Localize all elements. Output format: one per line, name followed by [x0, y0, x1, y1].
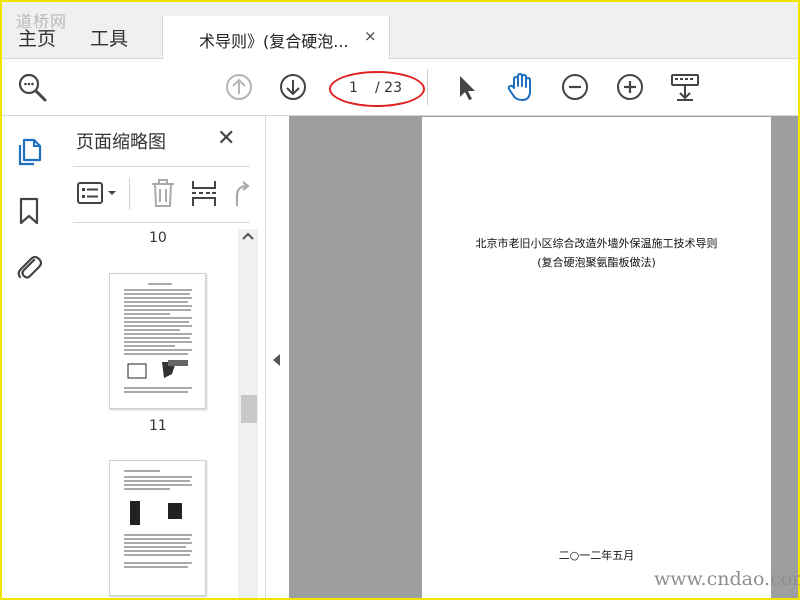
thumbnail-options-icon[interactable]: [76, 180, 120, 206]
annotation-oval: [329, 71, 425, 107]
page-thumbnails-icon[interactable]: [14, 136, 44, 168]
toolbar-divider: [427, 69, 428, 105]
panel-close-button[interactable]: ✕: [217, 126, 235, 151]
thumbnail-label-11: 11: [149, 418, 167, 434]
thumbnail-page-11[interactable]: [109, 273, 206, 409]
tab-document[interactable]: 术导则》(复合硬泡... ×: [162, 16, 390, 60]
scroll-up-icon[interactable]: [241, 231, 255, 241]
thumbnail-label-10: 10: [149, 230, 167, 246]
scrollbar-thumb[interactable]: [241, 395, 257, 423]
watermark-bottom: www.cndao.com: [654, 568, 800, 590]
page-number-field[interactable]: 1 / 23: [329, 71, 425, 107]
zoom-out-icon[interactable]: [559, 71, 591, 103]
tab-close-button[interactable]: ×: [364, 27, 377, 45]
attachment-icon[interactable]: [14, 252, 44, 282]
document-date: 二○一二年五月: [558, 549, 635, 562]
panel-title: 页面缩略图: [76, 132, 166, 153]
toolbar: 1 / 23: [2, 59, 798, 116]
panel-toolbar-divider: [129, 178, 130, 210]
document-viewport[interactable]: 北京市老旧小区综合改造外墙外保温施工技术导则 (复合硬泡聚氨酯板做法) 二○一二…: [289, 116, 798, 598]
document-title: 北京市老旧小区综合改造外墙外保温施工技术导则: [475, 237, 718, 250]
page-thumbnails-panel: 页面缩略图 ✕ 10 11: [57, 116, 266, 598]
left-navigation-rail: [2, 116, 58, 598]
select-cursor-icon[interactable]: [451, 71, 483, 103]
extract-pages-icon[interactable]: [190, 178, 218, 208]
page-up-icon[interactable]: [223, 71, 255, 103]
zoom-in-icon[interactable]: [614, 71, 646, 103]
tab-home[interactable]: 主页: [18, 24, 56, 51]
document-subtitle: (复合硬泡聚氨酯板做法): [537, 256, 656, 269]
rotate-icon[interactable]: [231, 180, 253, 208]
tab-document-title: 术导则》(复合硬泡...: [199, 32, 349, 51]
keyboard-scroll-icon[interactable]: [669, 71, 701, 103]
trash-icon[interactable]: [149, 178, 177, 208]
panel-divider-2: [73, 222, 250, 223]
page-down-icon[interactable]: [277, 71, 309, 103]
tab-bar: 道桥网 主页 工具 术导则》(复合硬泡... ×: [2, 2, 798, 60]
tab-tools[interactable]: 工具: [90, 24, 128, 51]
panel-divider: [73, 166, 250, 167]
panel-collapse-strip[interactable]: [266, 116, 289, 598]
collapse-arrow-icon[interactable]: [273, 354, 280, 366]
thumbnail-scrollbar[interactable]: [238, 229, 258, 598]
document-page: 北京市老旧小区综合改造外墙外保温施工技术导则 (复合硬泡聚氨酯板做法) 二○一二…: [422, 117, 771, 598]
hand-tool-icon[interactable]: [505, 71, 537, 103]
zoom-search-icon[interactable]: [16, 71, 48, 103]
bookmark-icon[interactable]: [16, 196, 42, 226]
thumbnail-page-12[interactable]: [109, 460, 206, 596]
